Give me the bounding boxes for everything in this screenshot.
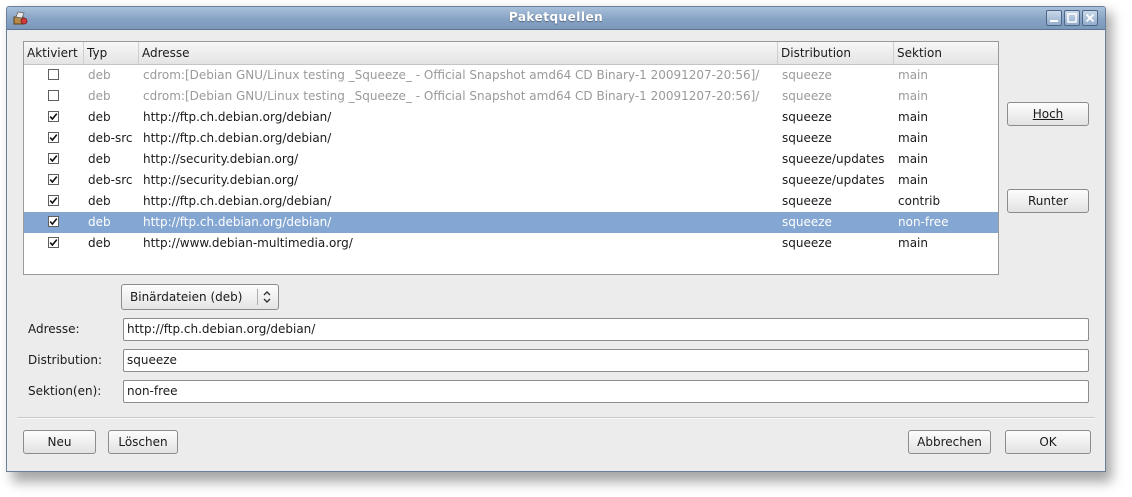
- row-address: http://ftp.ch.debian.org/debian/: [143, 194, 332, 208]
- table-row[interactable]: deb http://www.debian-multimedia.org/sque…: [24, 233, 998, 254]
- checkbox-check-icon: [49, 176, 58, 184]
- sections-input[interactable]: non-free: [123, 380, 1089, 403]
- column-header-section[interactable]: Sektion: [894, 42, 998, 64]
- type-select[interactable]: Binärdateien (deb): [121, 284, 279, 310]
- sections-label: Sektion(en):: [28, 384, 102, 398]
- up-button[interactable]: Hoch: [1007, 102, 1089, 126]
- row-section: main: [898, 89, 928, 103]
- footer-divider: [17, 417, 1095, 419]
- row-distribution: squeeze: [782, 68, 832, 82]
- row-enabled-checkbox[interactable]: [48, 195, 59, 206]
- new-button-label: Neu: [47, 435, 72, 449]
- ok-button[interactable]: OK: [1005, 430, 1091, 454]
- row-type: deb: [88, 68, 111, 82]
- row-enabled-checkbox[interactable]: [48, 153, 59, 164]
- table-row[interactable]: deb cdrom:[Debian GNU/Linux testing _Sque…: [24, 65, 998, 86]
- row-enabled-checkbox[interactable]: [48, 69, 59, 80]
- checkbox-check-icon: [49, 218, 58, 226]
- distribution-label: Distribution:: [28, 353, 103, 367]
- table-row[interactable]: deb http://ftp.ch.debian.org/debian/squee…: [24, 212, 998, 233]
- ok-button-label: OK: [1039, 435, 1057, 449]
- cancel-button[interactable]: Abbrechen: [908, 430, 991, 454]
- sources-list[interactable]: Aktiviert Typ Adresse Distribution Sekti…: [23, 41, 999, 275]
- new-button[interactable]: Neu: [23, 430, 96, 454]
- row-address: http://ftp.ch.debian.org/debian/: [143, 215, 332, 229]
- row-distribution: squeeze: [782, 89, 832, 103]
- row-address: http://security.debian.org/: [143, 173, 299, 187]
- row-type: deb: [88, 110, 111, 124]
- column-header-enabled[interactable]: Aktiviert: [24, 42, 84, 64]
- checkbox-check-icon: [49, 113, 58, 121]
- row-enabled-checkbox[interactable]: [48, 237, 59, 248]
- row-section: main: [898, 152, 928, 166]
- title-bar[interactable]: Paketquellen: [7, 7, 1105, 30]
- row-enabled-checkbox[interactable]: [48, 174, 59, 185]
- row-address: http://ftp.ch.debian.org/debian/: [143, 110, 332, 124]
- close-icon[interactable]: [1082, 10, 1098, 26]
- row-section: non-free: [898, 215, 949, 229]
- row-distribution: squeeze: [782, 236, 832, 250]
- delete-button[interactable]: Löschen: [108, 430, 178, 454]
- row-section: contrib: [898, 194, 941, 208]
- dialog-window: Paketquellen Aktiviert Typ Adresse Distr…: [6, 6, 1106, 472]
- row-distribution: squeeze/updates: [782, 152, 885, 166]
- updown-arrows-icon: [262, 290, 272, 307]
- row-section: main: [898, 68, 928, 82]
- row-distribution: squeeze: [782, 131, 832, 145]
- down-button[interactable]: Runter: [1007, 189, 1089, 213]
- row-section: main: [898, 236, 928, 250]
- distribution-input[interactable]: squeeze: [123, 349, 1089, 372]
- column-header-distribution[interactable]: Distribution: [778, 42, 894, 64]
- table-row[interactable]: deb cdrom:[Debian GNU/Linux testing _Sque…: [24, 86, 998, 107]
- row-type: deb-src: [88, 131, 133, 145]
- row-enabled-checkbox[interactable]: [48, 132, 59, 143]
- up-button-label: Hoch: [1032, 107, 1064, 121]
- row-enabled-checkbox[interactable]: [48, 111, 59, 122]
- address-label: Adresse:: [28, 322, 80, 336]
- window-title: Paketquellen: [508, 10, 604, 24]
- row-address: cdrom:[Debian GNU/Linux testing _Squeeze…: [143, 68, 760, 82]
- row-distribution: squeeze/updates: [782, 173, 885, 187]
- row-type: deb: [88, 89, 111, 103]
- minimize-icon[interactable]: [1046, 10, 1062, 26]
- row-enabled-checkbox[interactable]: [48, 216, 59, 227]
- list-header: Aktiviert Typ Adresse Distribution Sekti…: [24, 42, 998, 65]
- combo-separator: [257, 289, 258, 305]
- row-section: main: [898, 131, 928, 145]
- row-address: cdrom:[Debian GNU/Linux testing _Squeeze…: [143, 89, 760, 103]
- row-address: http://www.debian-multimedia.org/: [143, 236, 353, 250]
- table-row[interactable]: deb http://ftp.ch.debian.org/debian/squee…: [24, 191, 998, 212]
- table-row[interactable]: deb http://ftp.ch.debian.org/debian/squee…: [24, 107, 998, 128]
- checkbox-check-icon: [49, 197, 58, 205]
- column-header-type[interactable]: Typ: [84, 42, 139, 64]
- checkbox-check-icon: [49, 155, 58, 163]
- type-select-value: Binärdateien (deb): [130, 290, 243, 304]
- row-address: http://ftp.ch.debian.org/debian/: [143, 131, 332, 145]
- maximize-icon[interactable]: [1064, 10, 1080, 26]
- row-type: deb-src: [88, 173, 133, 187]
- row-type: deb: [88, 152, 111, 166]
- table-row[interactable]: deb http://security.debian.org/squeeze/up…: [24, 149, 998, 170]
- table-row[interactable]: deb-src http://security.debian.org/squeez…: [24, 170, 998, 191]
- checkbox-check-icon: [49, 239, 58, 247]
- row-type: deb: [88, 194, 111, 208]
- row-address: http://security.debian.org/: [143, 152, 299, 166]
- row-type: deb: [88, 236, 111, 250]
- cancel-button-label: Abbrechen: [917, 435, 982, 449]
- down-button-label: Runter: [1027, 194, 1069, 208]
- row-enabled-checkbox[interactable]: [48, 90, 59, 101]
- row-type: deb: [88, 215, 111, 229]
- column-header-address[interactable]: Adresse: [139, 42, 778, 64]
- table-row[interactable]: deb-src http://ftp.ch.debian.org/debian/s…: [24, 128, 998, 149]
- address-input[interactable]: http://ftp.ch.debian.org/debian/: [123, 318, 1089, 341]
- row-distribution: squeeze: [782, 110, 832, 124]
- row-section: main: [898, 173, 928, 187]
- checkbox-check-icon: [49, 134, 58, 142]
- delete-button-label: Löschen: [118, 435, 168, 449]
- row-distribution: squeeze: [782, 215, 832, 229]
- row-section: main: [898, 110, 928, 124]
- row-distribution: squeeze: [782, 194, 832, 208]
